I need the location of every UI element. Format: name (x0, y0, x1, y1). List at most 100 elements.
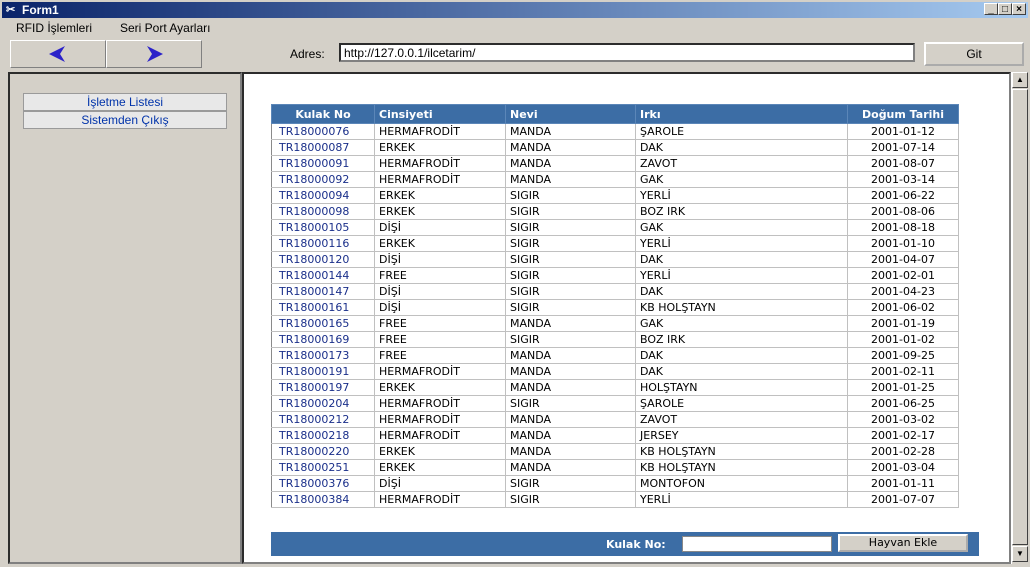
cell-kulak-no[interactable]: TR18000197 (271, 379, 375, 396)
cell-kulak-no[interactable]: TR18000105 (271, 219, 375, 236)
maximize-icon[interactable]: □ (998, 3, 1012, 15)
table-row[interactable]: TR18000120 DİŞİ SIGIR DAK 2001-04-07 (271, 251, 959, 268)
cell-cinsiyeti: DİŞİ (374, 251, 506, 268)
cell-kulak-no[interactable]: TR18000169 (271, 331, 375, 348)
scroll-up-icon[interactable]: ▲ (1012, 72, 1028, 88)
table-row[interactable]: TR18000218 HERMAFRODİT MANDA JERSEY 2001-02-… (271, 427, 959, 444)
cell-kulak-no[interactable]: TR18000161 (271, 299, 375, 316)
cell-kulak-no[interactable]: TR18000251 (271, 459, 375, 476)
cell-dogum-tarihi: 2001-02-17 (847, 427, 959, 444)
cell-cinsiyeti: ERKEK (374, 187, 506, 204)
table-row[interactable]: TR18000384 HERMAFRODİT SIGIR YERLİ 2001-07-0… (271, 491, 959, 508)
cell-kulak-no[interactable]: TR18000191 (271, 363, 375, 380)
sidebar-menu: İşletme Listesi Sistemden Çıkış (23, 93, 227, 129)
vertical-scrollbar[interactable]: ▲ ▼ (1011, 72, 1028, 564)
go-button[interactable]: Git (924, 42, 1024, 66)
forward-button[interactable] (106, 40, 202, 68)
cell-cinsiyeti: DİŞİ (374, 219, 506, 236)
cell-kulak-no[interactable]: TR18000204 (271, 395, 375, 412)
address-input[interactable]: http://127.0.0.1/ilcetarim/ (339, 43, 915, 62)
sidebar-item-sistemden-cikis[interactable]: Sistemden Çıkış (23, 111, 227, 129)
scroll-down-icon[interactable]: ▼ (1012, 546, 1028, 562)
cell-kulak-no[interactable]: TR18000144 (271, 267, 375, 284)
table-row[interactable]: TR18000087 ERKEK MANDA DAK 2001-07-14 (271, 139, 959, 156)
cell-cinsiyeti: FREE (374, 331, 506, 348)
column-header-irki[interactable]: Irkı (635, 104, 848, 124)
cell-cinsiyeti: ERKEK (374, 139, 506, 156)
cell-cinsiyeti: HERMAFRODİT (374, 395, 506, 412)
table-row[interactable]: TR18000116 ERKEK SIGIR YERLİ 2001-01-10 (271, 235, 959, 252)
scroll-thumb[interactable] (1012, 89, 1028, 545)
table-row[interactable]: TR18000144 FREE SIGIR YERLİ 2001-02-01 (271, 267, 959, 284)
animal-table: Kulak No Cinsiyeti Nevi Irkı Doğum Tarih… (271, 104, 959, 508)
cell-kulak-no[interactable]: TR18000173 (271, 347, 375, 364)
cell-kulak-no[interactable]: TR18000098 (271, 203, 375, 220)
menu-rfid[interactable]: RFID İşlemleri (16, 21, 92, 35)
table-row[interactable]: TR18000169 FREE SIGIR BOZ IRK 2001-01-02 (271, 331, 959, 348)
cell-nevi: MANDA (505, 459, 636, 476)
minimize-icon[interactable]: _ (984, 3, 998, 15)
cell-kulak-no[interactable]: TR18000376 (271, 475, 375, 492)
column-header-cinsiyeti[interactable]: Cinsiyeti (374, 104, 506, 124)
table-row[interactable]: TR18000212 HERMAFRODİT MANDA ZAVOT 2001-03-0… (271, 411, 959, 428)
cell-dogum-tarihi: 2001-01-11 (847, 475, 959, 492)
cell-dogum-tarihi: 2001-06-02 (847, 299, 959, 316)
table-row[interactable]: TR18000076 HERMAFRODİT MANDA ŞAROLE 2001-01-… (271, 123, 959, 140)
cell-nevi: MANDA (505, 443, 636, 460)
table-row[interactable]: TR18000220 ERKEK MANDA KB HOLŞTAYN 2001-02-2… (271, 443, 959, 460)
title-bar[interactable]: ✂ Form1 _ □ × (2, 2, 1028, 18)
cell-nevi: MANDA (505, 139, 636, 156)
cell-kulak-no[interactable]: TR18000120 (271, 251, 375, 268)
table-row[interactable]: TR18000147 DİŞİ SIGIR DAK 2001-04-23 (271, 283, 959, 300)
cell-kulak-no[interactable]: TR18000220 (271, 443, 375, 460)
table-row[interactable]: TR18000105 DİŞİ SIGIR GAK 2001-08-18 (271, 219, 959, 236)
cell-kulak-no[interactable]: TR18000147 (271, 283, 375, 300)
cell-dogum-tarihi: 2001-03-02 (847, 411, 959, 428)
table-row[interactable]: TR18000094 ERKEK SIGIR YERLİ 2001-06-22 (271, 187, 959, 204)
cell-irki: ŞAROLE (635, 395, 848, 412)
cell-kulak-no[interactable]: TR18000091 (271, 155, 375, 172)
cell-irki: DAK (635, 251, 848, 268)
table-row[interactable]: TR18000173 FREE MANDA DAK 2001-09-25 (271, 347, 959, 364)
cell-irki: DAK (635, 363, 848, 380)
window-title: Form1 (22, 3, 59, 17)
table-row[interactable]: TR18000092 HERMAFRODİT MANDA GAK 2001-03-14 (271, 171, 959, 188)
table-row[interactable]: TR18000197 ERKEK MANDA HOLŞTAYN 2001-01-25 (271, 379, 959, 396)
cell-dogum-tarihi: 2001-03-04 (847, 459, 959, 476)
cell-kulak-no[interactable]: TR18000212 (271, 411, 375, 428)
column-header-kulak-no[interactable]: Kulak No (271, 104, 375, 124)
cell-kulak-no[interactable]: TR18000384 (271, 491, 375, 508)
add-animal-button[interactable]: Hayvan Ekle (838, 534, 968, 552)
cell-kulak-no[interactable]: TR18000218 (271, 427, 375, 444)
table-row[interactable]: TR18000098 ERKEK SIGIR BOZ IRK 2001-08-06 (271, 203, 959, 220)
cell-kulak-no[interactable]: TR18000087 (271, 139, 375, 156)
close-icon[interactable]: × (1012, 3, 1026, 15)
back-button[interactable] (10, 40, 106, 68)
cell-irki: ZAVOT (635, 411, 848, 428)
table-row[interactable]: TR18000091 HERMAFRODİT MANDA ZAVOT 2001-08-0… (271, 155, 959, 172)
cell-kulak-no[interactable]: TR18000092 (271, 171, 375, 188)
cell-kulak-no[interactable]: TR18000094 (271, 187, 375, 204)
cell-irki: YERLİ (635, 267, 848, 284)
table-row[interactable]: TR18000161 DİŞİ SIGIR KB HOLŞTAYN 2001-06-02 (271, 299, 959, 316)
table-row[interactable]: TR18000204 HERMAFRODİT SIGIR ŞAROLE 2001-06-… (271, 395, 959, 412)
column-header-nevi[interactable]: Nevi (505, 104, 636, 124)
cell-nevi: MANDA (505, 347, 636, 364)
cell-irki: YERLİ (635, 187, 848, 204)
table-row[interactable]: TR18000165 FREE MANDA GAK 2001-01-19 (271, 315, 959, 332)
kulak-no-input[interactable] (682, 536, 832, 552)
table-row[interactable]: TR18000376 DİŞİ SIGIR MONTOFON 2001-01-11 (271, 475, 959, 492)
cell-cinsiyeti: ERKEK (374, 459, 506, 476)
cell-nevi: MANDA (505, 171, 636, 188)
column-header-dogum-tarihi[interactable]: Doğum Tarihi (847, 104, 959, 124)
cell-kulak-no[interactable]: TR18000076 (271, 123, 375, 140)
table-row[interactable]: TR18000191 HERMAFRODİT MANDA DAK 2001-02-11 (271, 363, 959, 380)
cell-kulak-no[interactable]: TR18000165 (271, 315, 375, 332)
menu-serial-port[interactable]: Seri Port Ayarları (120, 21, 210, 35)
cell-irki: BOZ IRK (635, 203, 848, 220)
cell-kulak-no[interactable]: TR18000116 (271, 235, 375, 252)
cell-dogum-tarihi: 2001-07-07 (847, 491, 959, 508)
sidebar-item-isletme-listesi[interactable]: İşletme Listesi (23, 93, 227, 111)
cell-nevi: SIGIR (505, 203, 636, 220)
table-row[interactable]: TR18000251 ERKEK MANDA KB HOLŞTAYN 2001-03-0… (271, 459, 959, 476)
